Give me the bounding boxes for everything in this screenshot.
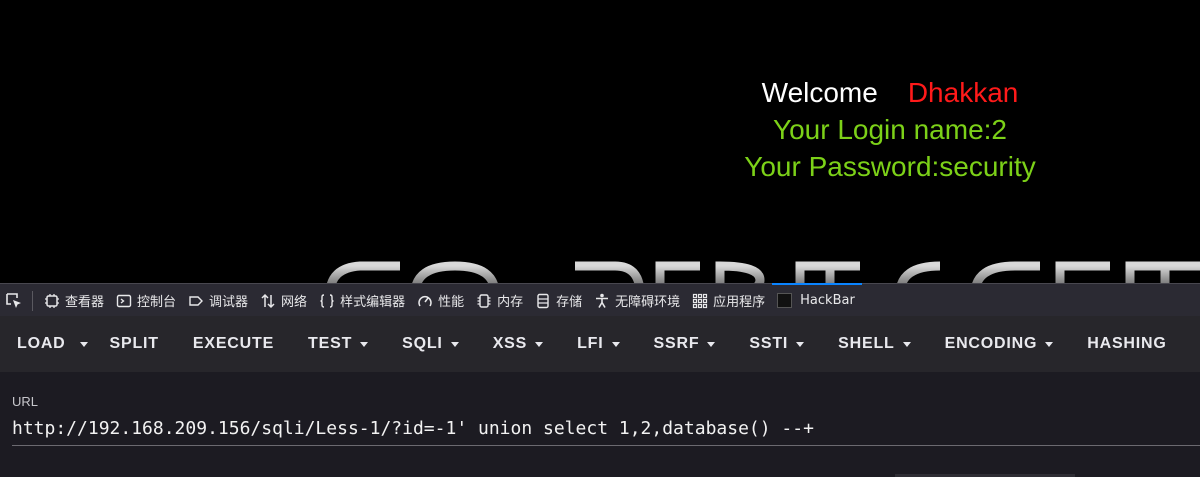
button-label: LFI	[577, 335, 604, 352]
ssrf-menu-button[interactable]: SSRF	[637, 316, 733, 372]
hackbar-toolbar: LOAD SPLIT EXECUTE TEST SQLI XSS LFI SSR…	[0, 316, 1200, 372]
test-menu-button[interactable]: TEST	[291, 316, 385, 372]
execute-button[interactable]: EXECUTE	[176, 316, 291, 372]
caret-down-icon	[796, 341, 805, 347]
caret-down-icon	[707, 341, 716, 347]
page-viewport: Welcome Dhakkan Your Login name:2 Your Pa…	[0, 0, 1200, 283]
accessibility-icon	[596, 293, 609, 308]
caret-down-icon	[360, 341, 369, 347]
tab-label: HackBar	[800, 293, 855, 308]
element-picker-icon	[6, 292, 21, 308]
storage-icon	[537, 293, 549, 308]
tab-performance[interactable]: 性能	[412, 284, 471, 317]
tab-inspector[interactable]: 查看器	[39, 284, 111, 317]
ssti-menu-button[interactable]: SSTI	[732, 316, 821, 372]
button-label: SHELL	[838, 335, 895, 352]
button-label: XSS	[492, 335, 528, 352]
load-options-dropdown[interactable]	[73, 316, 95, 372]
tab-style-editor[interactable]: 样式编辑器	[314, 284, 412, 317]
tab-label: 查看器	[65, 295, 105, 310]
console-icon	[116, 294, 132, 307]
welcome-line: Welcome Dhakkan	[700, 74, 1080, 111]
button-label: ENCODING	[944, 335, 1038, 352]
memory-icon	[477, 293, 491, 308]
tab-storage[interactable]: 存储	[530, 284, 589, 317]
xss-menu-button[interactable]: XSS	[476, 316, 560, 372]
sqli-menu-button[interactable]: SQLI	[385, 316, 476, 372]
shell-menu-button[interactable]: SHELL	[821, 316, 927, 372]
tab-application[interactable]: 应用程序	[687, 284, 772, 317]
performance-icon	[418, 295, 432, 306]
button-label: TEST	[308, 335, 353, 352]
split-button[interactable]: SPLIT	[93, 316, 176, 372]
welcome-label: Welcome	[761, 77, 878, 108]
caret-down-icon	[79, 341, 88, 347]
tab-label: 控制台	[137, 295, 177, 310]
button-label: LOAD	[17, 335, 66, 352]
load-button[interactable]: LOAD	[0, 316, 83, 372]
url-input-underline	[12, 445, 1200, 446]
tab-label: 存储	[556, 295, 583, 310]
tab-debugger[interactable]: 调试器	[183, 284, 255, 317]
style-editor-icon	[320, 293, 334, 308]
tab-label: 无障碍环境	[615, 295, 681, 310]
hashing-menu-button[interactable]: HASHING	[1070, 316, 1183, 372]
encoding-menu-button[interactable]: ENCODING	[928, 316, 1071, 372]
button-label: HASHING	[1087, 335, 1167, 352]
tab-label: 样式编辑器	[340, 295, 406, 310]
url-label: URL	[12, 394, 39, 409]
inspector-icon	[45, 293, 59, 308]
element-picker-button[interactable]	[2, 289, 26, 313]
button-label: SSRF	[653, 335, 700, 352]
caret-down-icon	[1045, 341, 1054, 347]
sqli-dumb-series-banner-image	[327, 261, 1200, 283]
tab-memory[interactable]: 内存	[471, 284, 530, 317]
tab-label: 性能	[438, 295, 465, 310]
tab-label: 应用程序	[713, 295, 766, 310]
lfi-menu-button[interactable]: LFI	[560, 316, 636, 372]
caret-down-icon	[902, 341, 911, 347]
button-label: SQLI	[402, 335, 443, 352]
tab-label: 调试器	[209, 295, 249, 310]
tab-label: 网络	[281, 295, 308, 310]
application-icon	[693, 293, 708, 308]
caret-down-icon	[535, 341, 544, 347]
tab-hackbar[interactable]: HackBar	[772, 283, 862, 317]
tab-accessibility[interactable]: 无障碍环境	[589, 284, 687, 317]
tab-separator	[32, 290, 33, 311]
password-line: Your Password:security	[744, 151, 1036, 182]
network-icon	[261, 293, 275, 308]
button-label: SPLIT	[109, 335, 159, 352]
tab-console[interactable]: 控制台	[111, 284, 183, 317]
tab-network[interactable]: 网络	[255, 284, 314, 317]
url-section: URL http://192.168.209.156/sqli/Less-1/?…	[0, 372, 1200, 477]
caret-down-icon	[450, 341, 459, 347]
tab-label: 内存	[497, 295, 524, 310]
debugger-icon	[189, 295, 204, 306]
login-result: Welcome Dhakkan Your Login name:2 Your Pa…	[700, 74, 1080, 185]
button-label: EXECUTE	[192, 335, 275, 352]
devtools-panel: 查看器 控制台 调试器 网络 样式编辑器 性能 内存 存储 无障碍环境 应用程序…	[0, 283, 1200, 477]
hackbar-icon	[777, 293, 793, 308]
devtools-tab-bar: 查看器 控制台 调试器 网络 样式编辑器 性能 内存 存储 无障碍环境 应用程序…	[0, 283, 1200, 317]
login-name-line: Your Login name:2	[772, 114, 1008, 145]
url-input[interactable]: http://192.168.209.156/sqli/Less-1/?id=-…	[12, 416, 1200, 442]
button-label: SSTI	[749, 335, 789, 352]
caret-down-icon	[611, 341, 620, 347]
user-name: Dhakkan	[907, 77, 1019, 108]
